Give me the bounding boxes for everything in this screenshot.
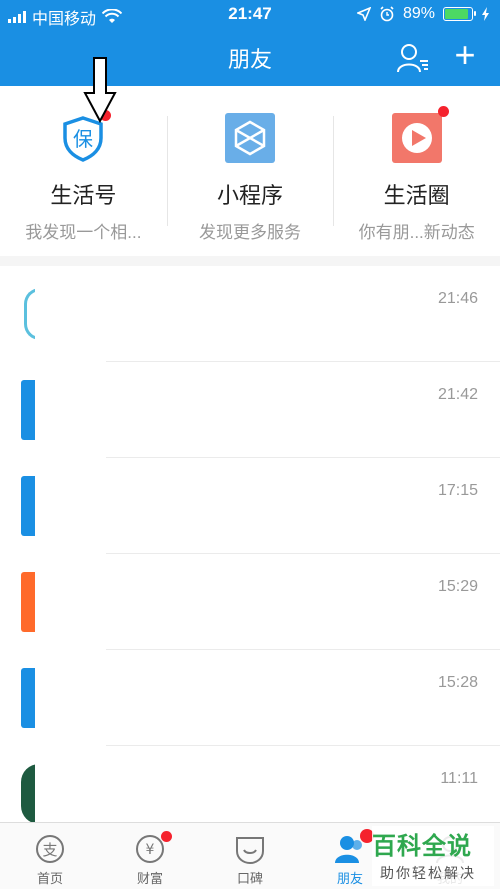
message-time: 21:46 bbox=[437, 290, 478, 307]
friends-icon bbox=[334, 829, 374, 865]
avatar bbox=[21, 668, 35, 728]
tab-koubei[interactable]: 口碑 bbox=[200, 823, 300, 889]
avatar bbox=[21, 572, 35, 632]
tab-wealth[interactable]: ¥ 财富 bbox=[100, 823, 200, 889]
down-arrow-icon bbox=[83, 57, 117, 123]
message-time: 15:29 bbox=[437, 578, 478, 595]
message-preview bbox=[35, 746, 500, 822]
message-preview bbox=[35, 650, 500, 746]
svg-text:支: 支 bbox=[42, 841, 57, 859]
watermark-subtitle: 助你轻松解决 bbox=[380, 865, 476, 881]
tab-label: 朋友 bbox=[336, 871, 363, 886]
tile-title: 生活号 bbox=[50, 183, 117, 208]
message-time: 11:11 bbox=[440, 770, 478, 787]
watermark: 百科全说 助你轻松解决 bbox=[372, 826, 494, 886]
tile-mini-program[interactable]: 小程序 发现更多服务 bbox=[166, 86, 334, 256]
mini-program-icon bbox=[224, 112, 276, 164]
location-icon bbox=[356, 7, 371, 21]
tile-title: 小程序 bbox=[217, 183, 284, 208]
life-circle-icon bbox=[391, 106, 449, 164]
list-item[interactable]: 11:11 bbox=[0, 746, 500, 822]
list-item[interactable]: 15:28 bbox=[0, 650, 500, 746]
quick-entries: 保 生活号 我发现一个相... 小程序 发现更多服务 生活圈 你有朋...新动态 bbox=[0, 86, 500, 256]
tab-label: 财富 bbox=[136, 871, 163, 886]
tile-subtitle: 你有朋...新动态 bbox=[358, 223, 475, 242]
list-item[interactable]: 21:42 bbox=[0, 362, 500, 458]
tile-badge bbox=[437, 106, 449, 117]
message-time: 21:42 bbox=[437, 386, 478, 403]
battery-fill bbox=[445, 9, 469, 19]
svg-text:保: 保 bbox=[73, 127, 93, 151]
list-item[interactable]: 21:46 bbox=[0, 266, 500, 362]
add-icon[interactable]: + bbox=[448, 37, 482, 73]
status-right: 89% bbox=[356, 5, 490, 23]
alarm-icon bbox=[380, 6, 394, 22]
koubei-icon bbox=[234, 833, 266, 865]
list-item[interactable]: 17:15 bbox=[0, 458, 500, 554]
alipay-home-icon: 支 bbox=[34, 833, 66, 865]
message-preview bbox=[35, 554, 500, 650]
charging-icon bbox=[482, 7, 489, 21]
avatar bbox=[21, 380, 35, 440]
status-bar: 中国移动 21:47 89% bbox=[0, 0, 500, 30]
battery-icon bbox=[443, 7, 476, 21]
message-preview bbox=[35, 458, 500, 554]
list-item[interactable]: 15:29 bbox=[0, 554, 500, 650]
message-preview bbox=[35, 266, 500, 362]
message-time: 17:15 bbox=[437, 482, 478, 499]
tab-badge bbox=[161, 831, 172, 842]
message-list: 21:46 21:42 17:15 15:29 15:28 11:11 bbox=[0, 266, 500, 822]
watermark-title: 百科全说 bbox=[372, 833, 472, 860]
avatar bbox=[21, 476, 35, 536]
message-preview bbox=[35, 362, 500, 458]
tile-title: 生活圈 bbox=[383, 183, 450, 208]
nav-bar: 朋友 + bbox=[0, 30, 500, 86]
tile-life-circle[interactable]: 生活圈 你有朋...新动态 bbox=[333, 86, 500, 256]
wealth-icon: ¥ bbox=[134, 831, 172, 865]
battery-percent: 89% bbox=[402, 5, 435, 22]
tab-label: 首页 bbox=[36, 871, 63, 886]
svg-text:¥: ¥ bbox=[146, 842, 155, 858]
tab-home[interactable]: 支 首页 bbox=[0, 823, 100, 889]
tile-subtitle: 发现更多服务 bbox=[199, 223, 301, 242]
message-time: 15:28 bbox=[437, 674, 478, 691]
tile-subtitle: 我发现一个相... bbox=[25, 223, 142, 242]
tab-label: 口碑 bbox=[236, 871, 263, 886]
contacts-icon[interactable] bbox=[396, 42, 430, 74]
